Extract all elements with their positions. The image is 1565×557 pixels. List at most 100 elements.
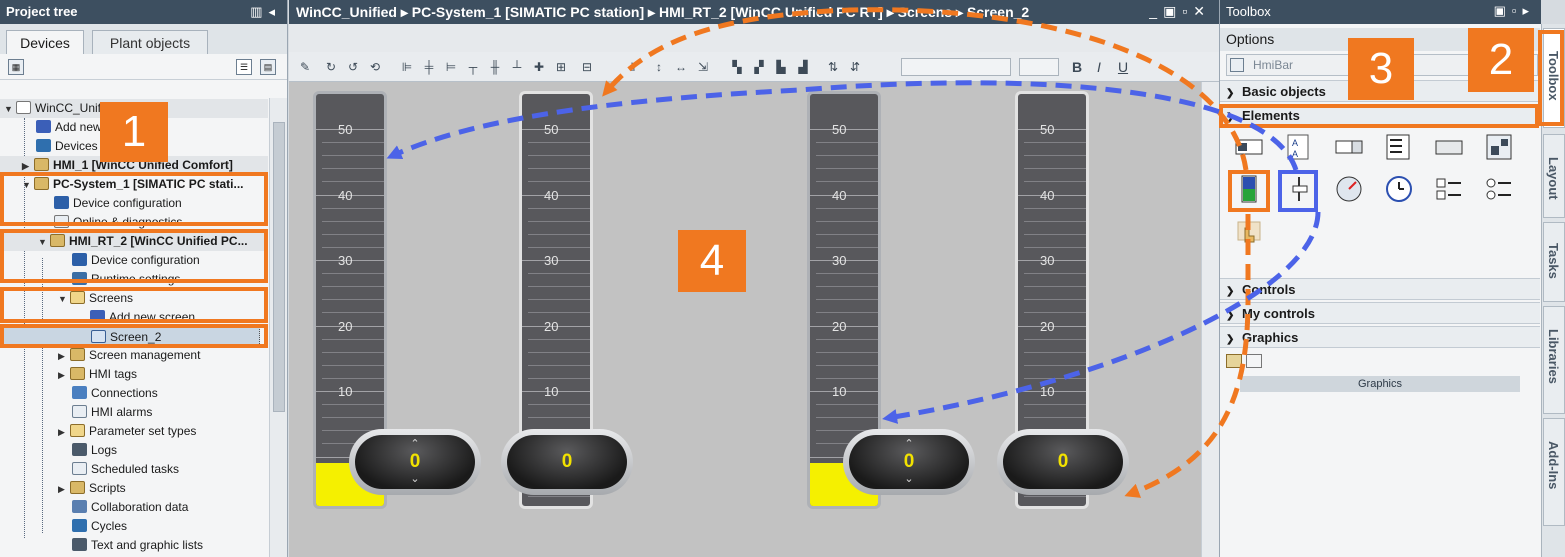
tab-devices[interactable]: Devices bbox=[6, 30, 84, 54]
tree-item-parameter-set-types[interactable]: ▶ Parameter set types bbox=[0, 422, 268, 441]
side-tab-tasks[interactable]: Tasks bbox=[1543, 222, 1565, 302]
same-size-icon[interactable]: ⇲ bbox=[695, 59, 711, 75]
touch-area-icon[interactable] bbox=[1234, 216, 1264, 246]
paint-icon[interactable]: ✎ bbox=[297, 59, 313, 75]
same-width-icon[interactable]: ↔ bbox=[673, 59, 689, 75]
screen-canvas[interactable]: 50 40 30 20 10 0 ⌃ ⌄ 50 40 30 20 10 0 50 40 30 20 10 0 ⌃ ⌄ … bbox=[289, 82, 1201, 557]
value-display[interactable]: 0 bbox=[501, 429, 633, 495]
tree-item-scheduled-tasks[interactable]: Scheduled tasks bbox=[0, 460, 268, 479]
listbox-icon[interactable] bbox=[1384, 132, 1414, 162]
breadcrumb-pc-system[interactable]: PC-System_1 [SIMATIC PC station] bbox=[412, 4, 644, 20]
annotation-badge-2: 2 bbox=[1468, 28, 1534, 92]
gauge-value-area: 0 ⌃ ⌄ bbox=[355, 435, 475, 489]
flip-icon[interactable]: ⟲ bbox=[367, 59, 383, 75]
list-view-icon[interactable]: ☰ bbox=[236, 59, 252, 75]
gauge-tick bbox=[816, 417, 878, 419]
tree-item-screen-management[interactable]: ▶ Screen management bbox=[0, 346, 268, 365]
distribute-h-icon[interactable]: ⊟ bbox=[579, 59, 595, 75]
value-spinner[interactable]: 0 ⌃ ⌄ bbox=[843, 429, 975, 495]
distribute-v-icon[interactable]: ‖ bbox=[625, 59, 641, 75]
layer-down-icon[interactable]: ⇵ bbox=[847, 59, 863, 75]
gauge-tick bbox=[322, 233, 384, 235]
tree-scrollbar-thumb[interactable] bbox=[273, 122, 285, 412]
graphics-folder-icon[interactable] bbox=[1226, 354, 1242, 368]
tree-scrollbar[interactable] bbox=[269, 98, 287, 557]
tree-item-text-graphic-lists[interactable]: Text and graphic lists bbox=[0, 536, 268, 555]
align-center-icon[interactable]: ╪ bbox=[421, 59, 437, 75]
spin-up-icon[interactable]: ⌃ bbox=[355, 439, 475, 450]
checkbox-icon[interactable] bbox=[1434, 174, 1464, 204]
spin-down-icon[interactable]: ⌄ bbox=[849, 474, 969, 485]
tree-item-connections[interactable]: Connections bbox=[0, 384, 268, 403]
spin-down-icon[interactable]: ⌄ bbox=[355, 474, 475, 485]
side-tab-libraries[interactable]: Libraries bbox=[1543, 306, 1565, 414]
side-tab-add-ins[interactable]: Add-Ins bbox=[1543, 418, 1565, 526]
section-my-controls[interactable]: ❯ My controls bbox=[1220, 302, 1540, 324]
tree-item-hmi-tags[interactable]: ▶ HMI tags bbox=[0, 365, 268, 384]
section-controls[interactable]: ❯ Controls bbox=[1220, 278, 1540, 300]
rotate-right-icon[interactable]: ↻ bbox=[323, 59, 339, 75]
gauge-tick bbox=[816, 273, 878, 275]
gauge-tick bbox=[816, 220, 878, 222]
breadcrumb-separator-icon: ▸ bbox=[648, 4, 659, 20]
tab-plant-objects[interactable]: Plant objects bbox=[92, 30, 208, 54]
breadcrumb-screen-2[interactable]: Screen_2 bbox=[967, 4, 1029, 20]
breadcrumb-project[interactable]: WinCC_Unified bbox=[296, 4, 397, 20]
gauge-tick bbox=[816, 312, 878, 314]
forward-icon[interactable]: ▙ bbox=[773, 59, 789, 75]
io-field-icon[interactable] bbox=[1234, 132, 1264, 162]
canvas-scrollbar[interactable] bbox=[1201, 82, 1219, 557]
panel-controls[interactable]: ▣▫▸ bbox=[1494, 3, 1535, 19]
bold-button[interactable]: B bbox=[1069, 59, 1085, 75]
same-height-icon[interactable]: ↕ bbox=[651, 59, 667, 75]
gauge-tick bbox=[1024, 181, 1086, 183]
radio-button-icon[interactable] bbox=[1484, 174, 1514, 204]
project-tree-title-text: Project tree bbox=[6, 4, 78, 19]
backward-icon[interactable]: ▟ bbox=[795, 59, 811, 75]
layer-up-icon[interactable]: ⇅ bbox=[825, 59, 841, 75]
panel-controls[interactable]: ▥◂ bbox=[250, 4, 281, 20]
list-icon[interactable] bbox=[1230, 58, 1244, 72]
font-size-select[interactable] bbox=[1019, 58, 1059, 76]
tree-item-hmi-alarms[interactable]: HMI alarms bbox=[0, 403, 268, 422]
align-bottom-icon[interactable]: ┴ bbox=[509, 59, 525, 75]
side-tab-layout[interactable]: Layout bbox=[1543, 134, 1565, 218]
underline-button[interactable]: U bbox=[1115, 59, 1131, 75]
tree-item-scripts[interactable]: ▶ Scripts bbox=[0, 479, 268, 498]
network-view-icon[interactable]: ▦ bbox=[8, 59, 24, 75]
gauge-tick bbox=[528, 351, 590, 353]
send-back-icon[interactable]: ▞ bbox=[751, 59, 767, 75]
rotate-left-icon[interactable]: ↺ bbox=[345, 59, 361, 75]
align-right-icon[interactable]: ⊨ bbox=[443, 59, 459, 75]
gauge-tick bbox=[1024, 273, 1086, 275]
center-v-icon[interactable]: ⊞ bbox=[553, 59, 569, 75]
breadcrumb-hmi-rt[interactable]: HMI_RT_2 [WinCC Unified PC RT] bbox=[659, 4, 883, 20]
button-icon[interactable] bbox=[1434, 132, 1464, 162]
breadcrumb-screens[interactable]: Screens bbox=[898, 4, 952, 20]
grid-view-icon[interactable]: ▤ bbox=[260, 59, 276, 75]
gauge-tick bbox=[1024, 155, 1086, 157]
value-display[interactable]: 0 bbox=[997, 429, 1129, 495]
align-top-icon[interactable]: ┬ bbox=[465, 59, 481, 75]
graphics-remove-icon[interactable] bbox=[1246, 354, 1262, 368]
clock-icon[interactable] bbox=[1384, 174, 1414, 204]
value-spinner[interactable]: 0 ⌃ ⌄ bbox=[349, 429, 481, 495]
center-icon[interactable]: ✚ bbox=[531, 59, 547, 75]
tree-item-logs[interactable]: Logs bbox=[0, 441, 268, 460]
spin-up-icon[interactable]: ⌃ bbox=[849, 439, 969, 450]
window-controls[interactable]: _▣▫✕ bbox=[1149, 3, 1211, 20]
bring-front-icon[interactable]: ▚ bbox=[729, 59, 745, 75]
tree-item-collaboration-data[interactable]: Collaboration data bbox=[0, 498, 268, 517]
dropdown-icon[interactable] bbox=[1334, 132, 1364, 162]
align-left-icon[interactable]: ⊫ bbox=[399, 59, 415, 75]
tree-item-cycles[interactable]: Cycles bbox=[0, 517, 268, 536]
gauge-icon[interactable] bbox=[1334, 174, 1364, 204]
editor-toolbar: ✎ ↻ ↺ ⟲ ⊫ ╪ ⊨ ┬ ╫ ┴ ✚ ⊞ ⊟ ‖ ↕ ↔ ⇲ ▚ ▞ ▙ … bbox=[289, 52, 1219, 82]
font-select[interactable] bbox=[901, 58, 1011, 76]
italic-button[interactable]: I bbox=[1091, 59, 1107, 75]
gauge-tick bbox=[322, 299, 384, 301]
section-graphics[interactable]: ❯ Graphics bbox=[1220, 326, 1540, 348]
text-box-icon[interactable]: AA bbox=[1284, 132, 1314, 162]
align-middle-icon[interactable]: ╫ bbox=[487, 59, 503, 75]
graphic-view-icon[interactable] bbox=[1484, 132, 1514, 162]
